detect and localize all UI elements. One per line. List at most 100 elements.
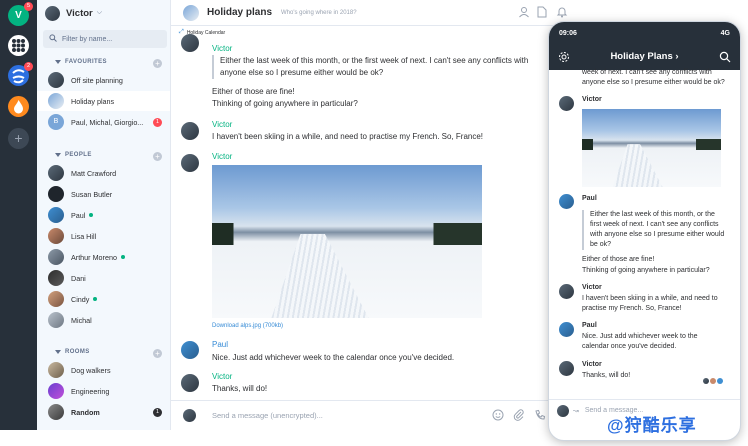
avatar <box>183 409 196 422</box>
add-favourite-button[interactable]: + <box>153 59 162 68</box>
space-pattern-icon[interactable] <box>8 35 29 56</box>
room-name: Engineering <box>71 386 110 396</box>
user-menu[interactable]: Victor ⌵ <box>45 4 102 22</box>
message-text: Thinking of going anywhere in particular… <box>582 267 710 274</box>
attachment-icon[interactable]: ↝ <box>573 407 579 415</box>
caret-icon <box>55 153 61 157</box>
caret-icon <box>55 60 61 64</box>
section-rooms[interactable]: ROOMS <box>55 349 90 355</box>
room-avatar <box>48 93 64 109</box>
section-label: PEOPLE <box>65 152 92 158</box>
sender-name[interactable]: Victor <box>212 120 232 129</box>
room-name: Off site planning <box>71 75 123 85</box>
sender-name[interactable]: Victor <box>582 284 602 291</box>
sender-name[interactable]: Victor <box>212 44 232 53</box>
caret-icon <box>55 350 61 354</box>
status-network: 4G <box>720 30 730 37</box>
sender-name[interactable]: Victor <box>212 372 232 381</box>
quote-block: Either the last week of this month, or t… <box>212 55 552 79</box>
person-item-matt-crawford[interactable]: Matt Crawford <box>37 163 170 183</box>
online-indicator <box>120 255 125 259</box>
avatar[interactable] <box>559 322 574 337</box>
sender-name[interactable]: Paul <box>582 195 597 202</box>
person-item-susan-butler[interactable]: Susan Butler <box>37 184 170 204</box>
sender-name[interactable]: Victor <box>582 96 602 103</box>
avatar[interactable] <box>559 284 574 299</box>
ski-slope-image[interactable] <box>582 109 721 187</box>
add-space-button[interactable]: + <box>8 128 29 149</box>
sender-name[interactable]: Paul <box>582 322 597 329</box>
room-name: Paul, Michal, Giorgio... <box>71 117 144 127</box>
ski-slope-image[interactable] <box>212 165 482 318</box>
avatar[interactable] <box>181 154 199 172</box>
room-item-holiday-plans[interactable]: Holiday plans <box>37 91 170 111</box>
ski-track <box>271 233 369 318</box>
room-item-off-site-planning[interactable]: Off site planning <box>37 70 170 90</box>
room-avatar[interactable] <box>183 4 199 21</box>
download-link[interactable]: Download alps.jpg (700kb) <box>212 323 283 329</box>
message-text: week of next. I can't see any conflicts … <box>582 69 725 86</box>
person-item-arthur-moreno[interactable]: Arthur Moreno <box>37 247 170 267</box>
expand-icon: ⤢ <box>179 29 184 35</box>
room-item-random[interactable]: Random 1 <box>37 402 170 422</box>
avatar[interactable] <box>559 96 574 111</box>
person-name: Lisa Hill <box>71 231 97 241</box>
person-name: Susan Butler <box>71 189 113 199</box>
add-person-button[interactable]: + <box>153 152 162 161</box>
sender-name[interactable]: Paul <box>212 340 228 349</box>
person-item-lisa-hill[interactable]: Lisa Hill <box>37 226 170 246</box>
avatar[interactable] <box>181 374 199 392</box>
message-text: I haven't been skiing in a while, and ne… <box>212 132 484 141</box>
room-name: Holiday plans <box>71 96 115 106</box>
space-flame-icon[interactable] <box>8 96 29 117</box>
avatar <box>48 186 64 202</box>
room-item-engineering[interactable]: Engineering <box>37 381 170 401</box>
avatar[interactable] <box>181 341 199 359</box>
section-people[interactable]: PEOPLE <box>55 152 92 158</box>
room-avatar <box>48 383 64 399</box>
files-icon[interactable] <box>537 6 547 20</box>
person-item-michal[interactable]: Michal <box>37 310 170 330</box>
room-list: Victor ⌵ Filter by name... FAVOURITES + … <box>37 0 171 430</box>
search-icon[interactable] <box>719 51 731 65</box>
person-name: Arthur Moreno <box>71 252 117 262</box>
person-name: Dani <box>71 273 86 283</box>
room-title[interactable]: Holiday plans <box>207 7 272 18</box>
space-avatar-victor[interactable]: V 5 <box>8 2 33 26</box>
sender-name[interactable]: Victor <box>212 152 232 161</box>
ski-track <box>612 144 663 187</box>
call-icon[interactable] <box>534 409 546 423</box>
avatar[interactable] <box>181 122 199 140</box>
message-text: Either of those are fine! <box>212 87 295 96</box>
room-item-group-dm[interactable]: B Paul, Michal, Giorgio... 1 <box>37 112 170 132</box>
space-swirl-icon[interactable]: 2 <box>8 62 33 86</box>
search-input[interactable]: Filter by name... <box>43 30 167 48</box>
room-name: Random <box>71 407 100 417</box>
mobile-room-title[interactable]: Holiday Plans › <box>549 51 740 62</box>
avatar[interactable] <box>559 361 574 376</box>
person-item-paul[interactable]: Paul <box>37 205 170 225</box>
plus-icon: + <box>14 130 23 146</box>
section-favourites[interactable]: FAVOURITES <box>55 59 107 65</box>
message-text: Nice. Just add whichever week to the cal… <box>582 333 698 350</box>
message-input[interactable]: Send a message (unencrypted)... <box>212 411 323 420</box>
avatar <box>717 378 723 384</box>
avatar[interactable] <box>559 194 574 209</box>
room-avatar <box>48 72 64 88</box>
person-name: Cindy <box>71 294 90 304</box>
avatar <box>703 378 709 384</box>
bell-icon[interactable] <box>556 6 568 20</box>
person-item-cindy[interactable]: Cindy <box>37 289 170 309</box>
emoji-icon[interactable] <box>492 409 504 423</box>
message-composer: Send a message (unencrypted)... <box>171 400 576 430</box>
read-receipts[interactable] <box>703 378 723 384</box>
room-item-dog-walkers[interactable]: Dog walkers <box>37 360 170 380</box>
add-room-button[interactable]: + <box>153 349 162 358</box>
members-icon[interactable] <box>518 6 530 20</box>
sender-name[interactable]: Victor <box>582 361 602 368</box>
avatar[interactable] <box>181 34 199 52</box>
message-text: Thanks, will do! <box>212 384 268 393</box>
person-item-dani[interactable]: Dani <box>37 268 170 288</box>
avatar <box>48 270 64 286</box>
attachment-icon[interactable] <box>513 409 525 423</box>
